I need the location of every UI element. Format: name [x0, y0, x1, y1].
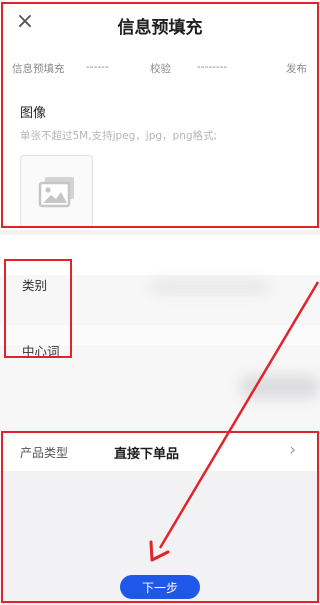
image-section: 图像 单张不超过5M,支持jpeg，jpg，png格式; [0, 86, 320, 230]
step-divider-1: ------ [86, 61, 109, 73]
product-type-label: 产品类型 [20, 446, 69, 460]
step-divider-2: -------- [197, 61, 228, 73]
form-fields-area: 类别 中心词 [0, 235, 320, 430]
product-type-value: 直接下单品 [114, 447, 180, 462]
chevron-right-icon: › [289, 440, 296, 460]
image-placeholder-icon [38, 176, 74, 207]
step-indicator: 信息预填充 ------ 校验 -------- 发布 [0, 50, 320, 86]
step-verify: 校验 [150, 63, 171, 75]
category-label: 类别 [22, 278, 48, 293]
image-upload-button[interactable] [20, 155, 93, 228]
blurred-control [240, 375, 320, 399]
step-publish: 发布 [286, 63, 307, 75]
product-type-row[interactable]: 产品类型 直接下单品 › [0, 431, 320, 471]
category-row[interactable]: 类别 [0, 235, 320, 293]
step-prefill: 信息预填充 [12, 63, 65, 75]
image-hint: 单张不超过5M,支持jpeg，jpg，png格式; [20, 130, 218, 142]
blurred-value [150, 280, 270, 294]
header-bar: × 信息预填充 [0, 0, 320, 50]
page-title: 信息预填充 [117, 18, 203, 38]
keyword-label: 中心词 [22, 344, 60, 359]
image-label: 图像 [20, 106, 47, 121]
next-step-button[interactable]: 下一步 [120, 575, 200, 599]
